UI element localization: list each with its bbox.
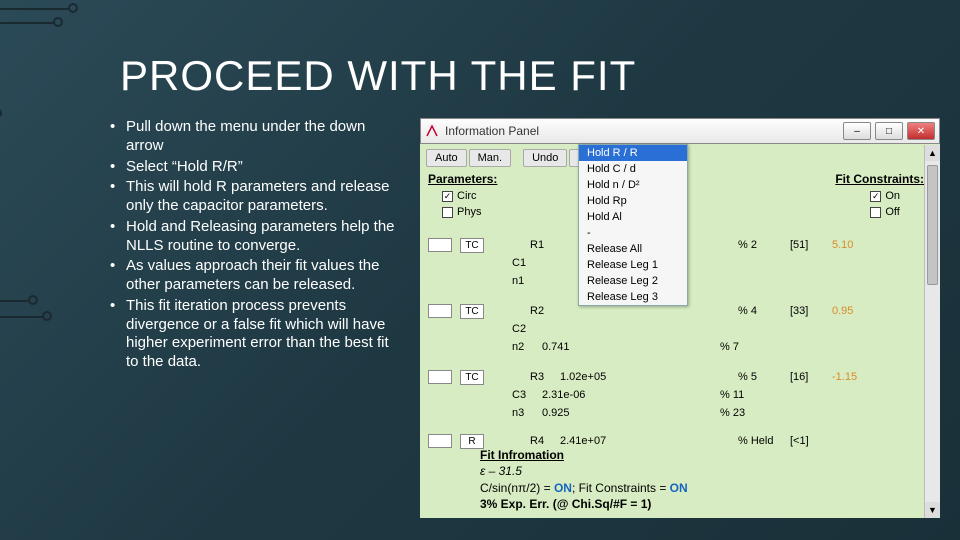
footer-on-2: ON <box>670 481 688 495</box>
bullet-item: Pull down the menu under the down arrow <box>110 118 400 156</box>
param-name: R2 <box>530 305 552 317</box>
menu-item-hold-r[interactable]: Hold R / R <box>579 145 687 161</box>
menu-item-release-leg3[interactable]: Release Leg 3 <box>579 289 687 305</box>
checkbox-label: Off <box>885 206 899 218</box>
param-value: 2.31e-06 <box>542 389 604 401</box>
param-name: R3 <box>530 371 552 383</box>
param-value: 0.741 <box>542 341 604 353</box>
footer-line3: 3% Exp. Err. (@ Chi.Sq/#F = 1) <box>480 496 930 512</box>
close-button[interactable]: ✕ <box>907 122 935 140</box>
checkbox-label: Phys <box>457 206 481 218</box>
fit-information-footer: Fit Infromation ε – 31.5 C/sin(nπ/2) = O… <box>480 447 930 512</box>
param-name: R4 <box>530 435 552 447</box>
checkbox-label: Circ <box>457 190 477 202</box>
toolbar-auto-button[interactable]: Auto <box>426 149 467 167</box>
window-titlebar[interactable]: Information Panel – □ ✕ <box>420 118 940 144</box>
menu-separator-text: - <box>579 225 687 241</box>
param-pct: % 5 <box>738 371 782 383</box>
menu-item-hold-rp[interactable]: Hold Rp <box>579 193 687 209</box>
menu-item-hold-n[interactable]: Hold n / D² <box>579 177 687 193</box>
slide: PROCEED WITH THE FIT Pull down the menu … <box>0 0 960 540</box>
checkbox-icon <box>870 191 881 202</box>
panel-body: Parameters: Fit Constraints: Circ Phys O… <box>420 172 940 518</box>
footer-epsilon: ε – 31.5 <box>480 463 930 479</box>
phys-checkbox[interactable]: Phys <box>442 206 481 218</box>
row-checkbox[interactable] <box>428 370 452 384</box>
menu-item-hold-c[interactable]: Hold C / d <box>579 161 687 177</box>
bullet-item: As values approach their fit values the … <box>110 257 400 295</box>
menu-item-hold-al[interactable]: Hold Al <box>579 209 687 225</box>
bullet-item: This fit iteration process prevents dive… <box>110 297 400 372</box>
param-value: 0.925 <box>542 407 604 419</box>
param-block-3: TC R3 1.02e+05 % 5 [16] -1.15 C3 2.31e-06… <box>428 368 928 422</box>
param-name: R1 <box>530 239 552 251</box>
footer-line2-mid: ; Fit Constraints = <box>572 481 670 495</box>
checkbox-icon <box>442 207 453 218</box>
param-pct: % 23 <box>720 407 764 419</box>
menu-item-release-leg1[interactable]: Release Leg 1 <box>579 257 687 273</box>
row-checkbox[interactable] <box>428 238 452 252</box>
footer-heading: Fit Infromation <box>480 447 930 463</box>
param-constraint-value: 0.95 <box>832 305 853 317</box>
parameters-label: Parameters: <box>428 172 497 186</box>
slide-title: PROCEED WITH THE FIT <box>120 52 636 100</box>
bullet-item: Hold and Releasing parameters help the N… <box>110 218 400 256</box>
footer-on-1: ON <box>554 481 572 495</box>
menu-item-release-all[interactable]: Release All <box>579 241 687 257</box>
param-pct: % Held <box>738 435 782 447</box>
hold-release-menu[interactable]: Hold R / R Hold C / d Hold n / D² Hold R… <box>578 144 688 306</box>
param-name: C2 <box>512 323 534 335</box>
param-pct: % 11 <box>720 389 764 401</box>
row-checkbox[interactable] <box>428 304 452 318</box>
param-name: n3 <box>512 407 534 419</box>
toolbar-undo-button[interactable]: Undo <box>523 149 567 167</box>
maximize-button[interactable]: □ <box>875 122 903 140</box>
param-name: n1 <box>512 275 534 287</box>
toolbar-man-button[interactable]: Man. <box>469 149 511 167</box>
constraint-off-checkbox[interactable]: Off <box>870 206 900 218</box>
param-constraint-value: 5.10 <box>832 239 853 251</box>
information-panel-window: Information Panel – □ ✕ Auto Man. Undo R… <box>420 118 940 518</box>
bullet-item: This will hold R parameters and release … <box>110 178 400 216</box>
param-value: 2.41e+07 <box>560 435 622 447</box>
footer-line2: C/sin(nπ/2) = ON; Fit Constraints = ON <box>480 480 930 496</box>
menu-item-release-leg2[interactable]: Release Leg 2 <box>579 273 687 289</box>
bullet-list: Pull down the menu under the down arrow … <box>110 118 400 374</box>
param-name: C3 <box>512 389 534 401</box>
scroll-up-icon[interactable]: ▲ <box>925 145 940 161</box>
checkbox-icon <box>870 207 881 218</box>
bullet-item: Select “Hold R/R” <box>110 158 400 177</box>
param-pct: % 7 <box>720 341 764 353</box>
fit-constraints-label: Fit Constraints: <box>835 172 924 186</box>
param-pct: % 4 <box>738 305 782 317</box>
param-extra: [51] <box>790 239 824 251</box>
row-checkbox[interactable] <box>428 434 452 448</box>
param-value: 1.02e+05 <box>560 371 622 383</box>
param-name: n2 <box>512 341 534 353</box>
constraint-on-checkbox[interactable]: On <box>870 190 900 202</box>
block-type-tag: TC <box>460 370 484 385</box>
param-block-2: TC R2 % 4 [33] 0.95 C2 n2 0.741 % 7 <box>428 302 928 356</box>
param-name: C1 <box>512 257 534 269</box>
block-type-tag: TC <box>460 238 484 253</box>
circ-checkbox[interactable]: Circ <box>442 190 481 202</box>
param-extra: [16] <box>790 371 824 383</box>
footer-line2-prefix: C/sin(nπ/2) = <box>480 481 554 495</box>
param-extra: [<1] <box>790 435 824 447</box>
block-type-tag: TC <box>460 304 484 319</box>
param-constraint-value: -1.15 <box>832 371 857 383</box>
param-pct: % 2 <box>738 239 782 251</box>
param-extra: [33] <box>790 305 824 317</box>
window-title: Information Panel <box>445 124 539 138</box>
minimize-button[interactable]: – <box>843 122 871 140</box>
block-type-tag: R <box>460 434 484 449</box>
checkbox-icon <box>442 191 453 202</box>
checkbox-label: On <box>885 190 900 202</box>
app-icon <box>425 124 439 138</box>
